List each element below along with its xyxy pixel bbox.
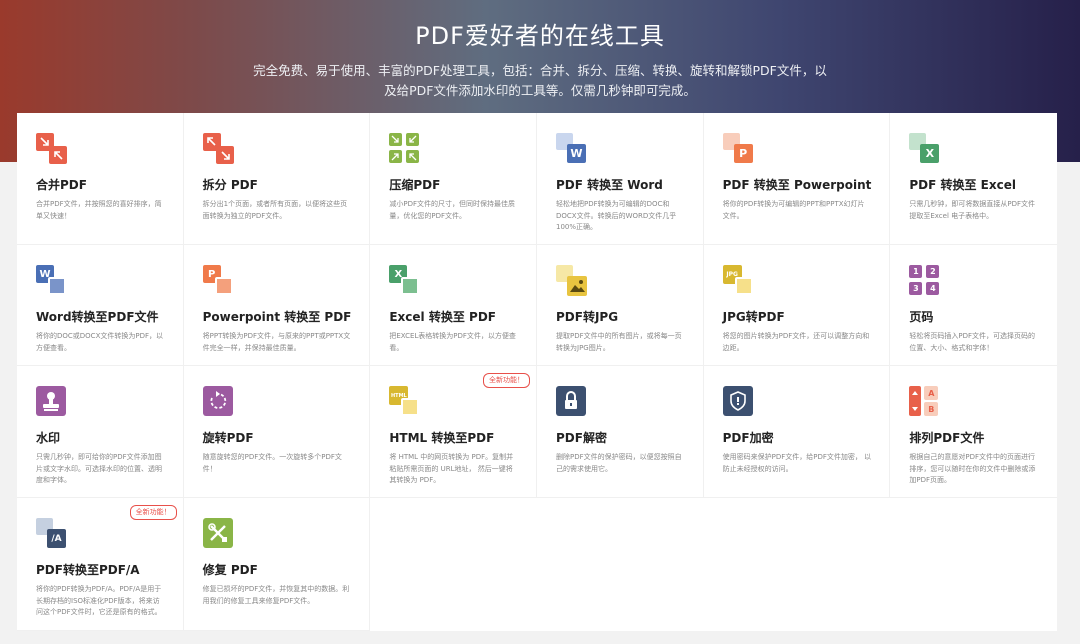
tool-title: PDF转换至PDF/A <box>36 563 140 577</box>
tool-description: 拆分出1个页面，或者所有页面，以便将这些页面转换为独立的PDF文件。 <box>202 200 348 220</box>
unlock-icon <box>556 386 588 418</box>
pdf-to-jpg-icon <box>556 265 588 297</box>
tool-description: 轻松地把PDF转换为可编辑的DOC和DOCX文件。转换后的WORD文件几乎100… <box>556 200 677 231</box>
tool-card-rotate-pdf[interactable]: 旋转PDF 随意旋转您的PDF文件。一次旋转多个PDF文件！ <box>183 366 371 498</box>
page-title: PDF爱好者的在线工具 <box>415 22 665 50</box>
repair-tools-icon <box>202 518 235 550</box>
jpg-to-pdf-icon: JPG <box>722 265 755 297</box>
tool-description: 将你的PDF转换为可编辑的PPT和PPTX幻灯片文件。 <box>722 200 865 220</box>
tool-description: 根据自己的意愿对PDF文件中的页面进行排序，您可以随时在你的文件中删除或添加PD… <box>909 453 1036 484</box>
powerpoint-to-pdf-icon: P <box>202 265 235 297</box>
tool-title: PDF 转换至 Word <box>556 178 663 192</box>
rotate-icon <box>202 386 235 418</box>
tool-title: 排列PDF文件 <box>909 431 985 445</box>
shield-icon <box>722 386 755 418</box>
tool-description: 修复已损坏的PDF文件，并恢复其中的数据。利用我们的修复工具来修复PDF文件。 <box>202 585 350 605</box>
tool-card-excel-to-pdf[interactable]: X Excel 转换至 PDF 把EXCEL表格转换为PDF文件，以方便查看。 <box>370 245 537 366</box>
tool-card-split-pdf[interactable]: 拆分 PDF 拆分出1个页面，或者所有页面，以便将这些页面转换为独立的PDF文件… <box>183 113 371 245</box>
tool-title: 页码 <box>909 310 934 324</box>
word-to-pdf-icon: W <box>36 265 68 297</box>
new-feature-badge: 全新功能！ <box>483 373 530 388</box>
excel-to-pdf-icon: X <box>389 265 421 297</box>
tool-description: 将您的图片转换为PDF文件，还可以调整方向和边距。 <box>722 332 870 352</box>
tool-title: PDF 转换至 Powerpoint <box>722 178 872 192</box>
tool-card-jpg-to-pdf[interactable]: JPG JPG转PDF 将您的图片转换为PDF文件，还可以调整方向和边距。 <box>703 245 891 366</box>
tool-card-pdf-to-word[interactable]: W PDF 转换至 Word 轻松地把PDF转换为可编辑的DOC和DOCX文件。… <box>537 113 704 245</box>
tool-card-merge-pdf[interactable]: 合并PDF 合并PDF文件，并按照您的喜好排序，简单又快速！ <box>17 113 184 245</box>
tool-description: 把EXCEL表格转换为PDF文件，以方便查看。 <box>389 332 516 352</box>
tool-card-pdf-to-jpg[interactable]: PDF转JPG 提取PDF文件中的所有图片，或将每一页转换为JPG图片。 <box>537 245 704 366</box>
tool-card-repair-pdf[interactable]: 修复 PDF 修复已损坏的PDF文件，并恢复其中的数据。利用我们的修复工具来修复… <box>183 498 371 631</box>
pdf-to-excel-icon: X <box>909 133 941 165</box>
tool-title: 修复 PDF <box>202 563 258 577</box>
tool-description: 将你的PDF转换为PDF/A。PDF/A是用于长期存档的ISO标准化PDF版本，… <box>36 585 162 616</box>
split-icon <box>202 133 235 165</box>
page-numbers-icon: 1 2 3 4 <box>909 265 941 297</box>
tool-title: JPG转PDF <box>722 310 785 324</box>
tool-title: 拆分 PDF <box>202 178 258 192</box>
tools-grid: 合并PDF 合并PDF文件，并按照您的喜好排序，简单又快速！ 拆分 PDF 拆分… <box>17 113 1057 631</box>
merge-icon <box>36 133 68 165</box>
tool-description: 将 HTML 中的网页转换为 PDF。复制并粘贴所需页面的 URL地址， 然后一… <box>389 453 514 484</box>
tool-description: 合并PDF文件，并按照您的喜好排序，简单又快速！ <box>36 200 162 220</box>
tool-description: 提取PDF文件中的所有图片，或将每一页转换为JPG图片。 <box>556 332 682 352</box>
tool-title: 合并PDF <box>36 178 87 192</box>
compress-icon <box>389 133 421 165</box>
tool-card-protect-pdf[interactable]: PDF加密 使用密码来保护PDF文件，给PDF文件加密， 以防止未经授权的访问。 <box>703 366 891 498</box>
tool-card-html-to-pdf[interactable]: 全新功能！ HTML HTML 转换至PDF 将 HTML 中的网页转换为 PD… <box>370 366 537 498</box>
tool-title: 水印 <box>36 431 61 445</box>
tool-title: PDF转JPG <box>556 310 619 324</box>
tool-card-compress-pdf[interactable]: 压缩PDF 减小PDF文件的尺寸，但同时保持最佳质量，优化您的PDF文件。 <box>370 113 537 245</box>
tool-card-page-numbers[interactable]: 1 2 3 4 页码 轻松将页码插入PDF文件，可选择页码的位置、大小、格式和字… <box>890 245 1057 366</box>
tool-title: PDF 转换至 Excel <box>909 178 1016 192</box>
tool-description: 只需几秒钟，即可将数据直接从PDF文件提取至Excel 电子表格中。 <box>909 200 1035 220</box>
tool-card-word-to-pdf[interactable]: W Word转换至PDF文件 将你的DOC或DOCX文件转换为PDF，以方便查看… <box>17 245 184 366</box>
tool-description: 使用密码来保护PDF文件，给PDF文件加密， 以防止未经授权的访问。 <box>722 453 872 473</box>
tool-title: HTML 转换至PDF <box>389 431 495 445</box>
tool-card-organize-pdf[interactable]: A B 排列PDF文件 根据自己的意愿对PDF文件中的页面进行排序，您可以随时在… <box>890 366 1057 498</box>
tool-card-unlock-pdf[interactable]: PDF解密 删除PDF文件的保护密码，以便您按照自己的需求使用它。 <box>537 366 704 498</box>
watermark-stamp-icon <box>36 386 68 418</box>
tool-title: Powerpoint 转换至 PDF <box>202 310 352 324</box>
tool-card-pdf-to-pdfa[interactable]: 全新功能！ /A PDF转换至PDF/A 将你的PDF转换为PDF/A。PDF/… <box>17 498 184 631</box>
tool-description: 只需几秒钟，即可给你的PDF文件添加图片或文字水印。可选择水印的位置、透明度和字… <box>36 453 162 484</box>
organize-icon: A B <box>909 386 941 418</box>
tool-description: 减小PDF文件的尺寸，但同时保持最佳质量，优化您的PDF文件。 <box>389 200 515 220</box>
tool-title: PDF加密 <box>722 431 774 445</box>
tool-title: PDF解密 <box>556 431 607 445</box>
pdf-to-word-icon: W <box>556 133 588 165</box>
tool-title: Excel 转换至 PDF <box>389 310 496 324</box>
tool-title: Word转换至PDF文件 <box>36 310 159 324</box>
tool-card-pdf-to-powerpoint[interactable]: P PDF 转换至 Powerpoint 将你的PDF转换为可编辑的PPT和PP… <box>703 113 891 245</box>
pdf-to-pdfa-icon: /A <box>36 518 68 550</box>
new-feature-badge: 全新功能！ <box>129 505 177 520</box>
tool-description: 轻松将页码插入PDF文件，可选择页码的位置、大小、格式和字体！ <box>909 332 1035 352</box>
tool-title: 旋转PDF <box>202 431 254 445</box>
tool-description: 删除PDF文件的保护密码，以便您按照自己的需求使用它。 <box>556 453 682 473</box>
tool-card-watermark[interactable]: 水印 只需几秒钟，即可给你的PDF文件添加图片或文字水印。可选择水印的位置、透明… <box>17 366 184 498</box>
pdf-to-powerpoint-icon: P <box>722 133 755 165</box>
tool-title: 压缩PDF <box>389 178 441 192</box>
tool-card-pdf-to-excel[interactable]: X PDF 转换至 Excel 只需几秒钟，即可将数据直接从PDF文件提取至Ex… <box>890 113 1057 245</box>
tool-description: 随意旋转您的PDF文件。一次旋转多个PDF文件！ <box>202 453 342 473</box>
tool-description: 将PPT转换为PDF文件，与原来的PPT或PPTX文件完全一样，并保持最佳质量。 <box>202 332 351 352</box>
tool-card-powerpoint-to-pdf[interactable]: P Powerpoint 转换至 PDF 将PPT转换为PDF文件，与原来的PP… <box>183 245 371 366</box>
tool-description: 将你的DOC或DOCX文件转换为PDF，以方便查看。 <box>36 332 164 352</box>
html-to-pdf-icon: HTML <box>389 386 421 418</box>
page-subtitle: 完全免费、易于使用、丰富的PDF处理工具，包括：合并、拆分、压缩、转换、旋转和解… <box>253 63 827 98</box>
